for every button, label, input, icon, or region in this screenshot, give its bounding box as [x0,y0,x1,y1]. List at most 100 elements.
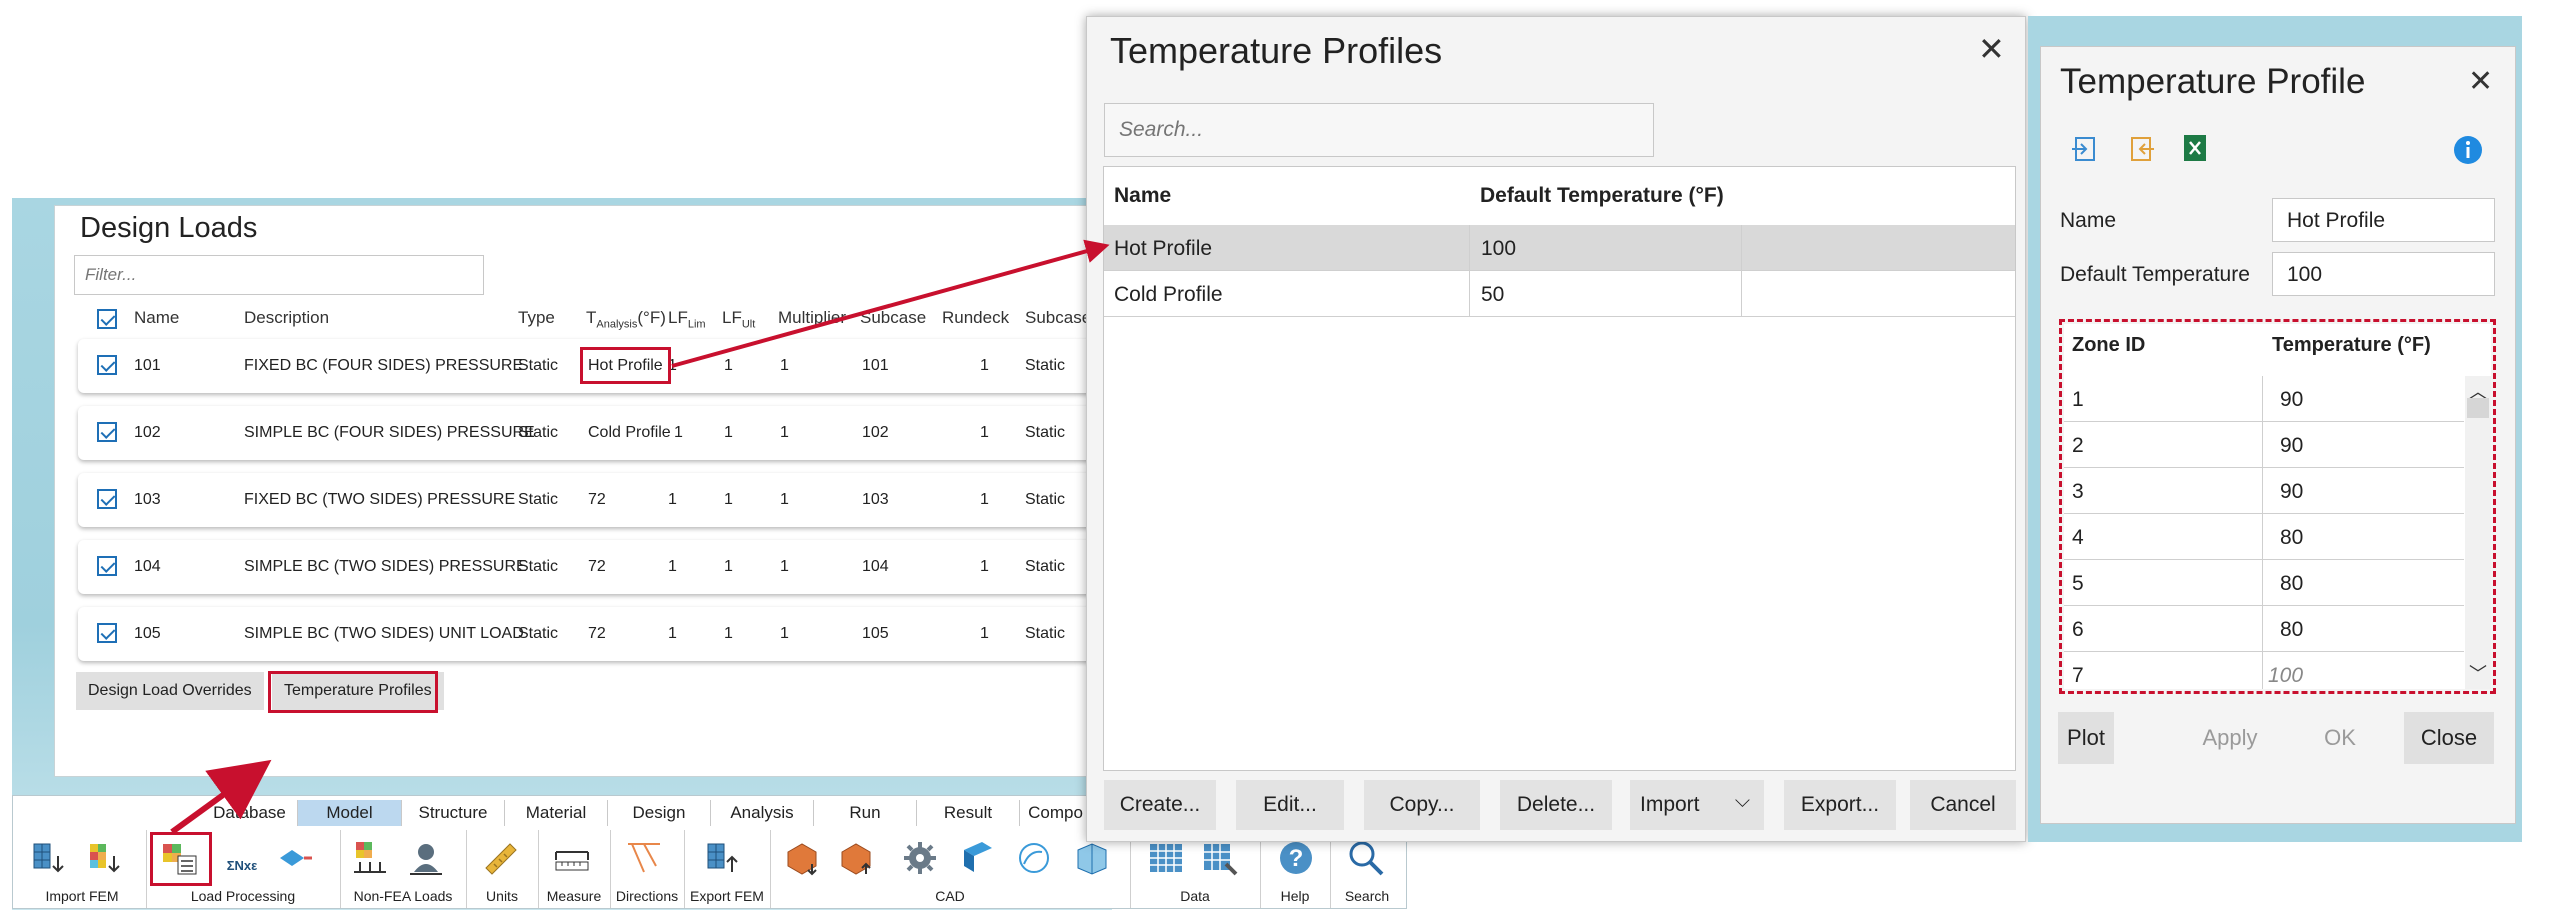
row-checkbox[interactable] [97,623,117,643]
row-t-analysis[interactable]: 72 [588,558,606,576]
plot-button[interactable]: Plot [2058,712,2114,764]
name-field[interactable]: Hot Profile [2272,198,2495,242]
cad-curve-icon[interactable] [1014,838,1054,878]
user-load-icon[interactable] [406,838,446,878]
row-description: SIMPLE BC (FOUR SIDES) PRESSURE [244,424,535,441]
row-checkbox[interactable] [97,556,117,576]
ribbon-group-load-processing: Load Processing [190,888,296,904]
non-fea-loads-icon[interactable] [350,838,390,878]
cancel-button[interactable]: Cancel [1910,780,2016,830]
row-name: 104 [134,558,161,575]
measure-icon[interactable] [552,838,592,878]
ribbon-tab-result[interactable]: Result [917,800,1020,826]
ribbon-tab-run[interactable]: Run [814,800,917,826]
units-ruler-icon[interactable] [480,838,520,878]
cad-import-icon[interactable] [782,838,822,878]
row-subcase-2: Static [1025,558,1066,575]
cad-settings-gear-icon[interactable] [900,838,940,878]
temperature-profiles-search-input[interactable] [1104,103,1654,157]
design-load-overrides-button[interactable]: Design Load Overrides [76,672,264,710]
design-loads-title: Design Loads [80,212,258,244]
temperature-profile-title: Temperature Profile [2060,62,2366,101]
default-temperature-field[interactable]: 100 [2272,252,2495,296]
row-subcase-2: Static [1025,357,1066,374]
column-header-subcase-2[interactable]: Subcase [1025,308,1091,328]
export-arrow-icon[interactable] [2126,134,2156,164]
row-subcase-2: Static [1025,424,1066,441]
import-dropdown-button[interactable]: Import ⌵ [1630,780,1764,830]
row-rundeck: 1 [980,558,989,575]
row-t-analysis[interactable]: Cold Profile [588,424,671,442]
column-header-rundeck[interactable]: Rundeck [942,308,1009,328]
close-icon[interactable]: ✕ [1978,30,2005,68]
help-question-icon[interactable]: ? [1276,838,1316,878]
export-button[interactable]: Export... [1784,780,1896,830]
row-rundeck: 1 [980,424,989,441]
info-icon[interactable] [2452,134,2484,166]
ribbon-tab-compo[interactable]: Compo [1020,800,1092,826]
cad-export-icon[interactable] [836,838,876,878]
profile-row[interactable] [1104,271,2015,317]
row-t-analysis[interactable]: 72 [588,491,606,509]
zone-grid-highlight-box [2059,319,2496,694]
close-button[interactable]: Close [2404,712,2494,764]
row-rundeck: 1 [980,625,989,642]
ribbon-group-units: Units [486,888,518,904]
row-checkbox[interactable] [97,355,117,375]
column-header-name[interactable]: Name [1114,184,1171,208]
design-loads-filter-input[interactable] [74,255,484,295]
row-description: SIMPLE BC (TWO SIDES) UNIT LOAD [244,625,524,642]
column-header-subcase[interactable]: Subcase [860,308,926,328]
ribbon-tab-structure[interactable]: Structure [402,800,505,826]
select-all-checkbox[interactable] [97,309,117,329]
column-header-type[interactable]: Type [518,308,555,328]
apply-button[interactable]: Apply [2190,712,2270,764]
ribbon-separator [466,830,467,908]
column-header-t-analysis[interactable]: TAnalysis(°F) [586,308,666,330]
column-header-lf-lim[interactable]: LFLim [668,308,706,330]
ribbon-tab-design[interactable]: Design [608,800,711,826]
data-tools-icon[interactable] [1200,838,1240,878]
cad-solid-icon[interactable] [1072,838,1112,878]
data-table-icon[interactable] [1146,838,1186,878]
export-fem-icon[interactable] [704,838,744,878]
row-lf-lim: 1 [674,424,683,441]
profile-name: Hot Profile [1114,237,1213,260]
search-magnifier-icon[interactable] [1346,838,1386,878]
grid-column-divider [1469,225,1470,317]
cad-beam-icon[interactable] [958,838,998,878]
create-button[interactable]: Create... [1104,780,1216,830]
column-header-name[interactable]: Name [134,308,179,328]
edit-button[interactable]: Edit... [1236,780,1344,830]
import-arrow-icon[interactable] [2070,134,2100,164]
ribbon-tab-model[interactable]: Model [298,800,402,826]
row-t-analysis[interactable]: 72 [588,625,606,643]
directions-icon[interactable] [624,838,664,878]
grid-column-divider [1741,225,1742,317]
row-lf-lim: 1 [668,625,677,642]
ribbon-tab-material[interactable]: Material [505,800,608,826]
row-description: FIXED BC (FOUR SIDES) PRESSURE [244,357,524,374]
excel-icon[interactable] [2180,132,2210,164]
ribbon-separator [610,830,611,908]
delete-button[interactable]: Delete... [1500,780,1612,830]
column-header-multiplier[interactable]: Multiplier [778,308,848,328]
import-fem-colored-icon[interactable] [86,838,126,878]
ok-button[interactable]: OK [2300,712,2380,764]
close-icon[interactable]: ✕ [2468,64,2493,99]
ribbon-tab-analysis[interactable]: Analysis [711,800,814,826]
load-direction-icon[interactable] [276,838,316,878]
column-header-lf-ult[interactable]: LFUlt [722,308,755,330]
row-subcase-2: Static [1025,625,1066,642]
column-header-default-temperature[interactable]: Default Temperature (°F) [1480,184,1724,208]
row-checkbox[interactable] [97,422,117,442]
row-description: FIXED BC (TWO SIDES) PRESSURE [244,491,516,508]
import-fem-mesh-icon[interactable] [30,838,70,878]
ribbon-group-export-fem: Export FEM [690,888,764,904]
column-header-description[interactable]: Description [244,308,329,328]
row-checkbox[interactable] [97,489,117,509]
profile-row-selected[interactable] [1104,225,2015,271]
copy-button[interactable]: Copy... [1364,780,1480,830]
ribbon-tab-database[interactable]: Database [202,800,298,826]
load-sum-icon[interactable]: ΣNxε [222,838,262,878]
